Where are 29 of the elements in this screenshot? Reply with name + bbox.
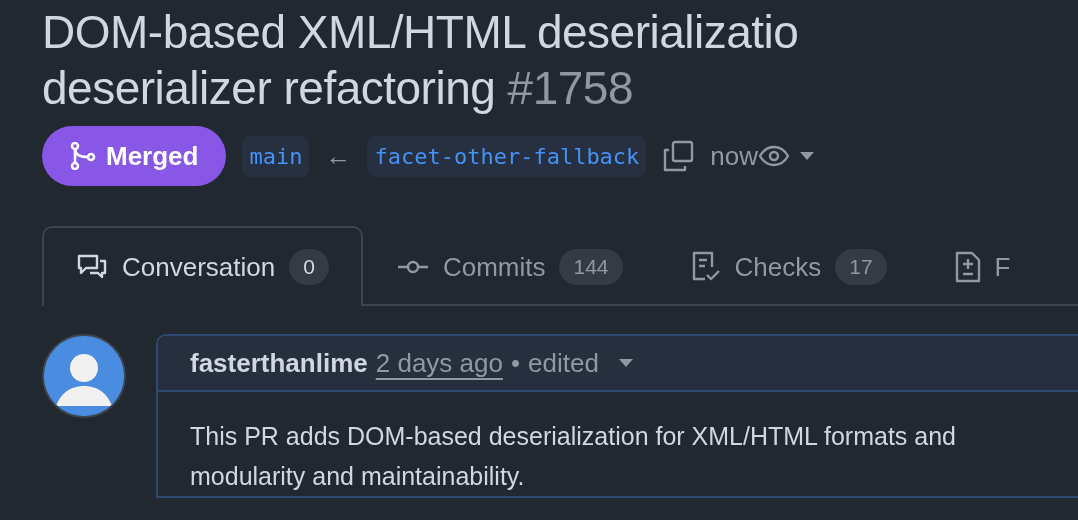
head-branch[interactable]: facet-other-fallback: [367, 135, 647, 177]
merge-icon: [70, 142, 96, 170]
tab[interactable]: F: [920, 226, 1045, 306]
caret-icon[interactable]: [800, 152, 815, 160]
count-badge: 17: [835, 249, 887, 285]
pr-title: deserializer refactoring: [42, 62, 496, 114]
comment-text: modularity and maintainability.: [190, 461, 526, 492]
edited-label[interactable]: edited: [528, 347, 599, 379]
tab[interactable]: Checks 17: [656, 226, 921, 306]
base-branch[interactable]: main: [242, 135, 310, 177]
tab[interactable]: Commits 144: [362, 226, 657, 306]
arrow-icon: ←: [325, 140, 352, 172]
caret-icon[interactable]: [618, 359, 633, 367]
commit-icon: [396, 259, 429, 275]
separator-dot: •: [510, 347, 521, 379]
timestamp-link[interactable]: 2 days ago: [375, 347, 503, 379]
copy-icon[interactable]: [662, 140, 695, 172]
count-badge: 144: [559, 249, 623, 285]
checklist-icon: [690, 251, 721, 283]
pr-title: DOM-based XML/HTML deserializatio: [42, 6, 799, 58]
pr-number: #1758: [507, 62, 634, 114]
comment-text: This PR adds DOM-based deserialization for XML/HTML formats and: [190, 421, 958, 452]
file-diff-icon: [954, 251, 981, 283]
timestamp: now: [710, 140, 759, 172]
eye-icon[interactable]: [758, 145, 791, 167]
count-badge: 0: [289, 249, 329, 285]
status-badge: Merged: [42, 126, 227, 186]
author-link[interactable]: fasterthanlime: [190, 347, 368, 379]
tab[interactable]: Conversation 0: [42, 226, 363, 306]
